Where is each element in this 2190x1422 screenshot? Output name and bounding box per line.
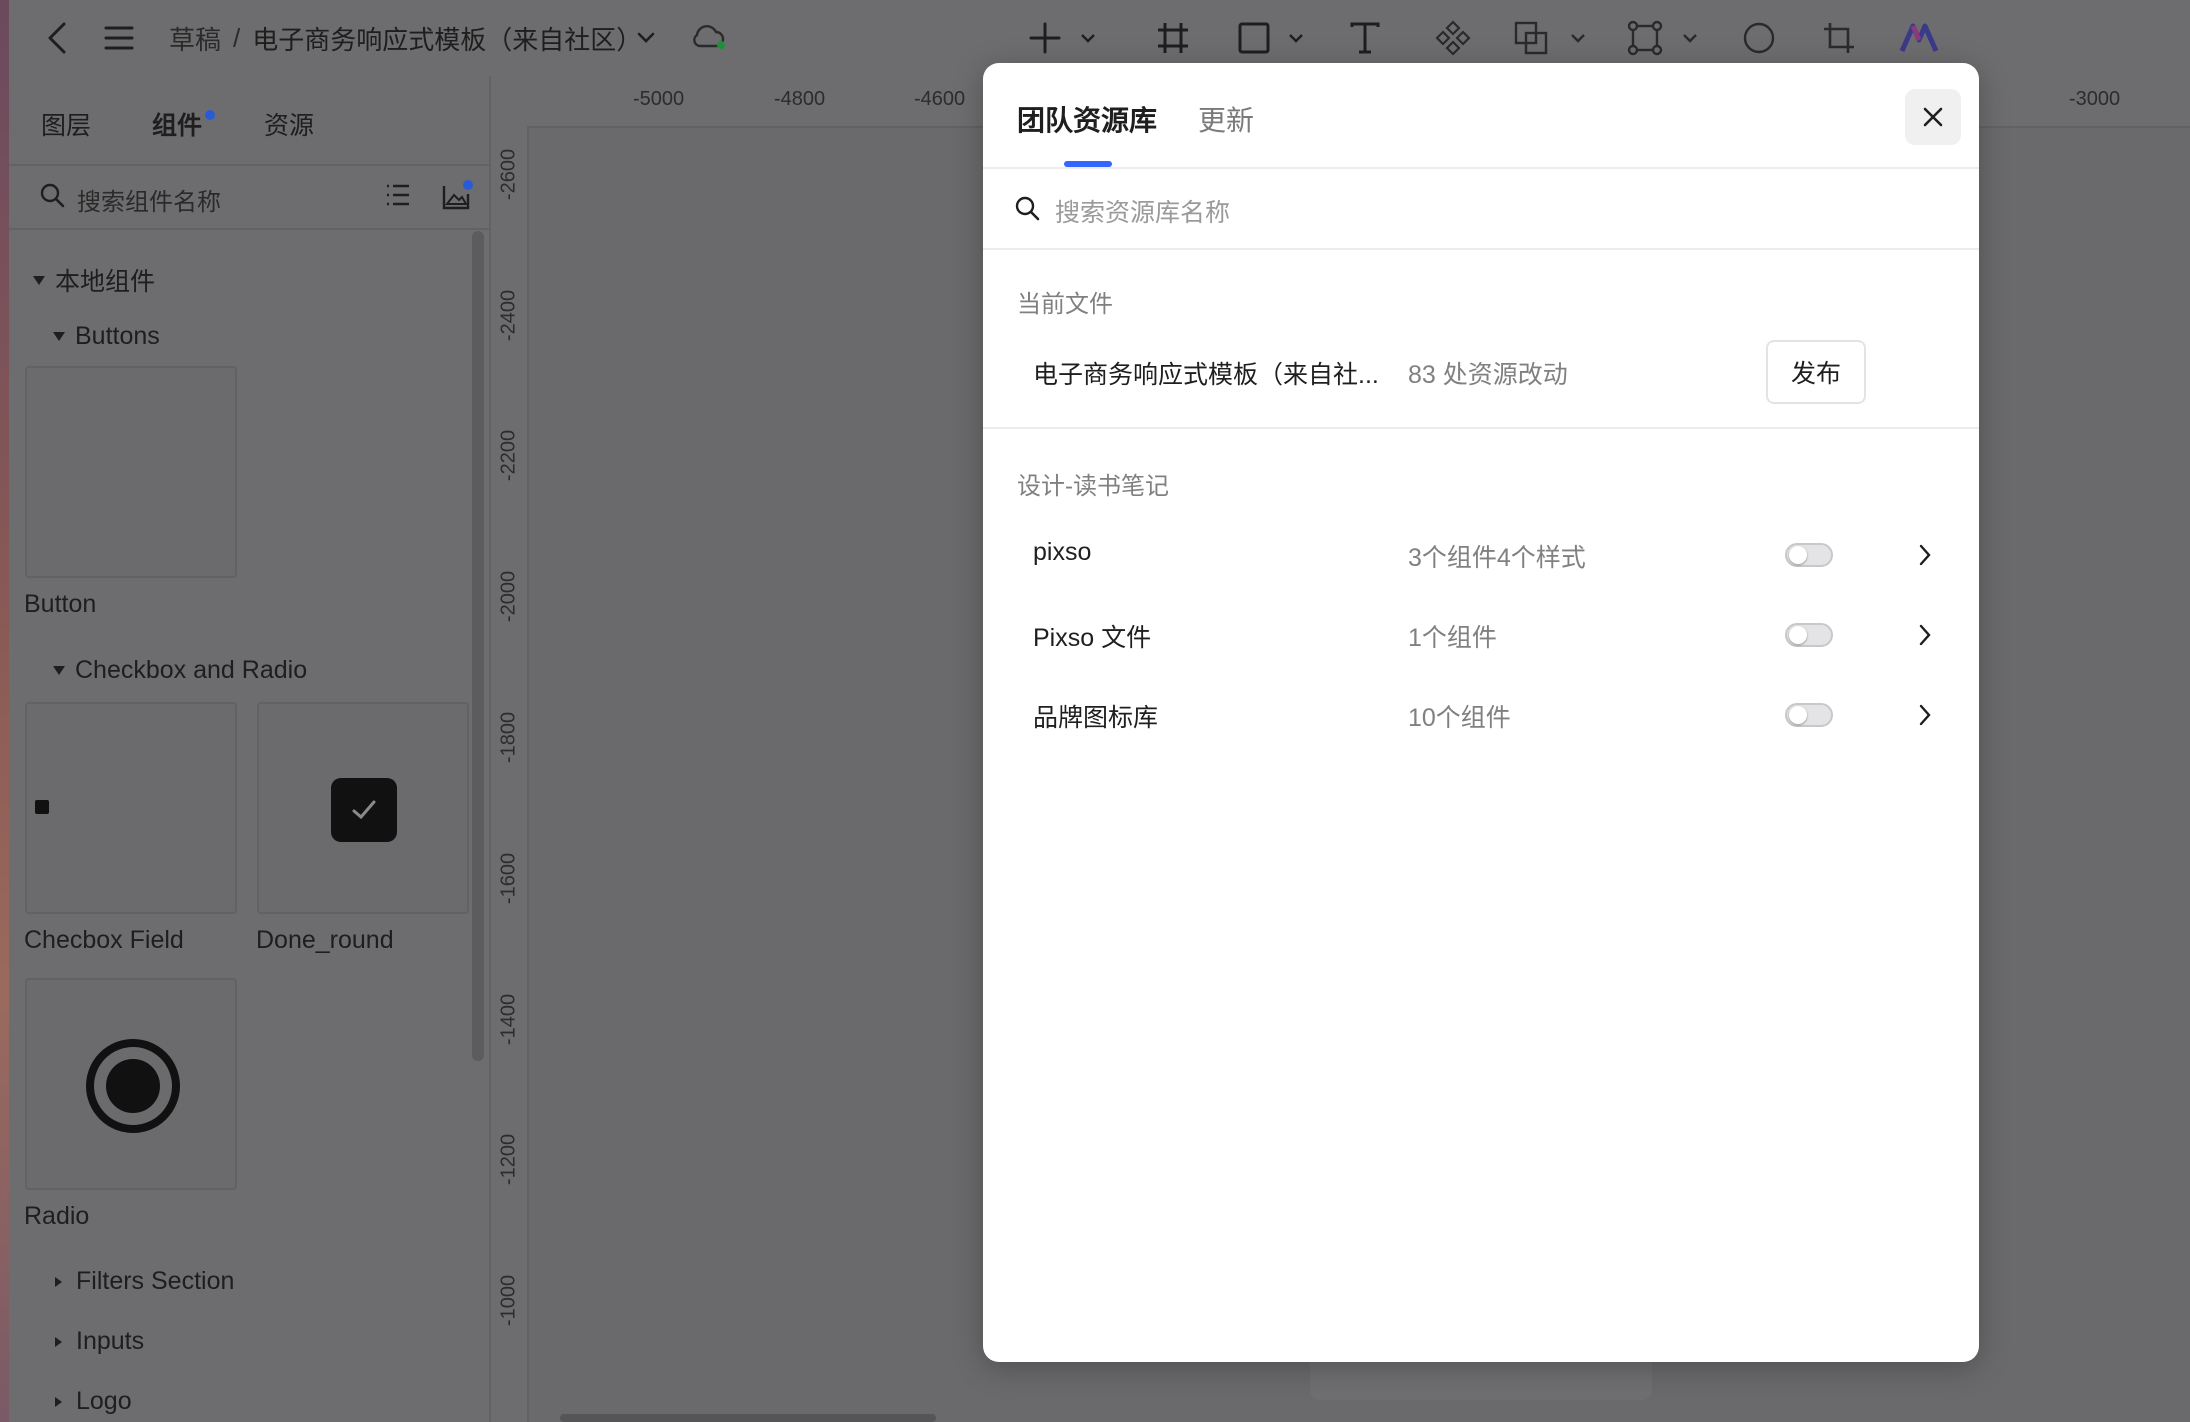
canvas-horizontal-scrollbar[interactable] [560,1414,936,1422]
group-filters-label: Filters Section [76,1267,235,1295]
chevron-right-icon[interactable] [1918,623,1932,652]
chevron-right-icon[interactable] [1918,703,1932,732]
group-checkbox-radio-label: Checkbox and Radio [75,656,308,684]
ruler-tick: -3000 [2069,88,2121,110]
component-label-radio: Radio [24,1202,90,1230]
back-icon[interactable] [35,0,79,76]
library-name[interactable]: Pixso 文件 [1033,618,1151,654]
tab-layers[interactable]: 图层 [41,106,91,142]
group-filters-section[interactable]: Filters Section [55,1267,234,1296]
ruler-tick: -2200 [497,429,520,482]
toggle-knob [1789,546,1807,564]
cloud-sync-icon [687,0,731,76]
tab-components[interactable]: 组件 [152,106,202,142]
left-panel: 图层 组件 资源 搜索组件名称 本地组件 Buttons Button Chec… [9,76,491,1422]
ruler-tick: -1000 [497,1274,520,1327]
section-team: 设计-读书笔记 [1017,473,1169,500]
library-name[interactable]: 品牌图标库 [1033,698,1158,734]
caret-down-icon [33,275,45,285]
ruler-tick: -1600 [497,852,520,905]
library-toggle[interactable] [1785,703,1833,727]
current-file-name: 电子商务响应式模板（来自社... [1033,361,1379,389]
group-inputs-label: Inputs [76,1327,145,1355]
caret-right-icon [55,1336,62,1347]
group-logo[interactable]: Logo [55,1387,132,1416]
component-label-checkbox-field: Checbox Field [24,926,184,954]
checkbox-icon [35,800,49,814]
library-search-input[interactable]: 搜索资源库名称 [1055,193,1230,229]
team-library-modal: 团队资源库 更新 搜索资源库名称 当前文件 电子商务响应式模板（来自社... 8… [983,63,1979,1362]
close-button[interactable] [1905,89,1961,145]
ruler-tick: -2000 [497,570,520,623]
local-components-label: 本地组件 [55,268,156,296]
close-icon [1923,107,1943,127]
group-inputs[interactable]: Inputs [55,1327,144,1356]
section-current-file: 当前文件 [1017,291,1113,318]
list-view-icon[interactable] [385,182,411,213]
breadcrumb-separator: / [233,22,241,53]
desktop-background [0,0,9,1422]
caret-right-icon [55,1396,62,1407]
notification-dot [205,110,215,120]
library-name[interactable]: pixso [1033,538,1091,567]
group-buttons-label: Buttons [75,322,160,350]
file-title[interactable]: 电子商务响应式模板（来自社区） [252,20,642,57]
divider [983,248,1979,250]
ruler-vertical: -2600 -2400 -2200 -2000 -1800 -1600 -140… [491,126,529,1422]
component-thumb-radio[interactable] [25,978,237,1190]
search-input[interactable]: 搜索组件名称 [77,182,221,217]
group-buttons[interactable]: Buttons [53,322,160,351]
toggle-knob [1789,706,1807,724]
chevron-down-icon[interactable] [631,0,661,76]
divider [983,427,1979,429]
breadcrumb-drafts[interactable]: 草稿 [169,20,221,57]
current-file-changes: 83 处资源改动 [1408,361,1568,389]
search-icon [39,182,65,213]
ruler-tick: -1800 [497,711,520,764]
ruler-tick: -1400 [497,993,520,1046]
component-label-done-round: Done_round [256,926,394,954]
ruler-tick: -2600 [497,148,520,201]
library-meta: 3个组件4个样式 [1408,544,1586,572]
chevron-right-icon[interactable] [1918,543,1932,572]
done-round-icon [331,778,397,842]
group-logo-label: Logo [76,1387,132,1415]
library-meta: 1个组件 [1408,624,1497,652]
component-label-button: Button [24,590,97,618]
component-thumb-done-round[interactable] [257,702,469,914]
ruler-tick: -1200 [497,1133,520,1186]
divider [983,167,1979,169]
library-toggle[interactable] [1785,543,1833,567]
ruler-tick: -4800 [774,88,826,110]
search-icon [1014,195,1040,226]
ruler-tick: -2400 [497,289,520,342]
breadcrumb: 草稿 / 电子商务响应式模板（来自社区） [169,0,642,76]
tab-team-library[interactable]: 团队资源库 [1017,99,1157,139]
component-thumb-button[interactable] [25,366,237,578]
library-toggle[interactable] [1785,623,1833,647]
menu-icon[interactable] [97,0,141,76]
caret-down-icon [53,666,65,675]
component-thumb-checkbox-field[interactable] [25,702,237,914]
panel-tabs: 图层 组件 资源 [9,76,489,166]
library-meta: 10个组件 [1408,704,1511,732]
ruler-tick: -5000 [633,88,685,110]
component-search: 搜索组件名称 [9,164,489,230]
publish-button[interactable]: 发布 [1766,340,1866,404]
caret-right-icon [55,1276,62,1287]
ruler-tick: -4600 [914,88,966,110]
tab-assets[interactable]: 资源 [264,106,314,142]
caret-down-icon [53,332,65,341]
tab-updates[interactable]: 更新 [1198,99,1254,139]
local-components-group[interactable]: 本地组件 [33,262,155,298]
panel-scrollbar[interactable] [472,231,484,1061]
group-checkbox-radio[interactable]: Checkbox and Radio [53,656,307,685]
component-library-icon[interactable] [441,180,473,215]
toggle-knob [1789,626,1807,644]
radio-icon [83,1036,183,1141]
